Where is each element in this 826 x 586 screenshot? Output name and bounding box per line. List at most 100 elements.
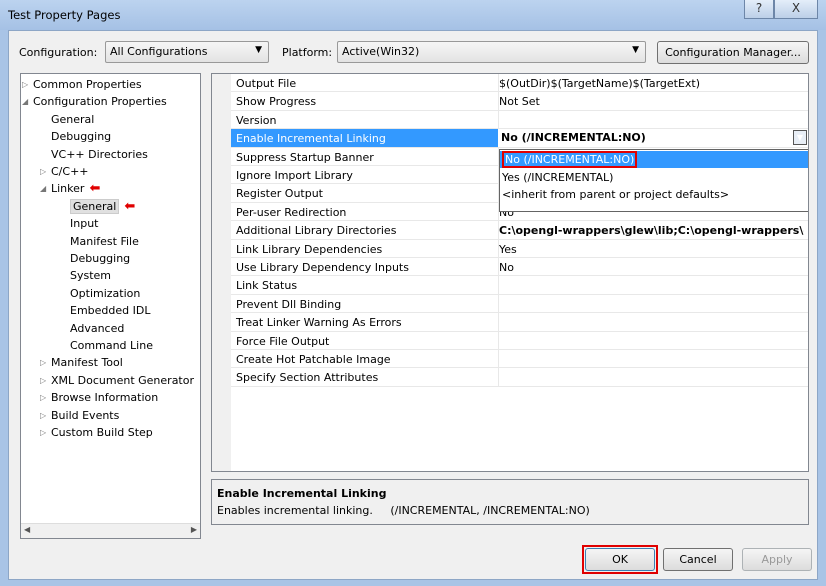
scroll-left-icon[interactable]: ◀ [24, 525, 30, 534]
cancel-button[interactable]: Cancel [663, 548, 733, 571]
property-name: Create Hot Patchable Image [236, 353, 391, 366]
configuration-select[interactable]: All Configurations ▼ [105, 41, 269, 63]
description-panel: Enable Incremental Linking Enables incre… [211, 479, 809, 525]
tree-item[interactable]: ▷ XML Document Generator [40, 372, 194, 389]
property-name: Show Progress [236, 95, 317, 109]
platform-value: Active(Win32) [342, 45, 420, 58]
property-row[interactable]: Link Status [231, 276, 808, 295]
help-button[interactable]: ? [744, 0, 774, 19]
option-label: Yes (/INCREMENTAL) [502, 170, 614, 184]
property-name: Per-user Redirection [236, 205, 347, 219]
tree-item[interactable]: Command Line [70, 337, 153, 354]
property-name: Additional Library Directories [236, 224, 397, 238]
expanded-icon[interactable]: ◢ [40, 180, 50, 197]
tree-item[interactable]: System [70, 267, 111, 284]
property-name: Link Status [236, 279, 298, 293]
scroll-right-icon[interactable]: ▶ [191, 525, 197, 534]
property-row[interactable]: Show Progress Not Set [231, 92, 808, 111]
tree-item[interactable]: General [51, 111, 94, 128]
tree-item-label: Linker [51, 182, 85, 196]
dropdown-list[interactable]: No (/INCREMENTAL:NO) Yes (/INCREMENTAL) <i… [499, 149, 808, 212]
dropdown-option[interactable]: No (/INCREMENTAL:NO) [500, 151, 808, 168]
tree-item-label: Debugging [51, 130, 112, 144]
property-value[interactable]: Yes [499, 243, 804, 256]
collapsed-icon[interactable]: ▷ [40, 163, 50, 180]
property-row[interactable]: Create Hot Patchable Image [231, 350, 808, 369]
property-name: Link Library Dependencies [236, 242, 383, 256]
option-label: <inherit from parent or project defaults… [502, 188, 730, 201]
property-tree[interactable]: ◀ ▶ ▷ Common Properties ◢ Configuration Pro… [20, 73, 201, 539]
property-row[interactable]: Use Library Dependency Inputs No [231, 258, 808, 277]
property-value[interactable]: $(OutDir)$(TargetName)$(TargetExt) [499, 77, 804, 90]
column-divider [498, 350, 499, 368]
apply-button[interactable]: Apply [742, 548, 812, 571]
tree-item[interactable]: Debugging [70, 250, 130, 267]
property-row[interactable]: Output File $(OutDir)$(TargetName)$(Targe… [231, 74, 808, 93]
tree-item[interactable]: Optimization [70, 285, 140, 302]
tree-item[interactable]: ◢ Configuration Properties [22, 93, 167, 110]
tree-item-label: Common Properties [33, 78, 142, 91]
property-name: Output File [236, 77, 297, 90]
tree-item[interactable]: VC++ Directories [51, 146, 148, 163]
tree-horizontal-scrollbar[interactable]: ◀ ▶ [21, 523, 200, 538]
expanded-icon[interactable]: ◢ [22, 93, 32, 110]
ok-button[interactable]: OK [585, 548, 655, 571]
dialog-body: Configuration: All Configurations ▼ Platf… [8, 30, 818, 580]
collapsed-icon[interactable]: ▷ [40, 372, 50, 389]
property-value[interactable]: C:\opengl-wrappers\glew\lib;C:\opengl-wr… [499, 224, 804, 237]
tree-item[interactable]: ▷ Common Properties [22, 76, 142, 93]
tree-item[interactable]: Advanced [70, 320, 124, 337]
collapsed-icon[interactable]: ▷ [40, 424, 50, 441]
property-row[interactable]: Link Library Dependencies Yes [231, 239, 808, 258]
description-title: Enable Incremental Linking [217, 487, 387, 500]
dropdown-option[interactable]: Yes (/INCREMENTAL) [500, 169, 808, 186]
tree-item-label: Debugging [70, 252, 131, 265]
column-divider [498, 313, 499, 331]
property-row[interactable]: Enable Incremental Linking No (/INCREMENT… [231, 129, 808, 148]
tree-item[interactable]: Manifest File [70, 233, 139, 250]
collapsed-icon[interactable]: ▷ [22, 76, 32, 93]
tree-item-label: XML Document Generator [51, 373, 194, 387]
property-name: Register Output [236, 187, 323, 201]
dropdown-option[interactable]: <inherit from parent or project defaults… [500, 186, 808, 203]
property-row[interactable]: Version [231, 110, 808, 130]
property-name: Ignore Import Library [236, 169, 353, 182]
tree-item[interactable]: ▷ Custom Build Step [40, 424, 153, 441]
tree-item-label: General [51, 112, 95, 126]
column-divider [498, 368, 499, 386]
tree-item[interactable]: Embedded IDL [70, 302, 150, 319]
property-name: Suppress Startup Banner [236, 150, 374, 164]
tree-item[interactable]: Debugging [51, 128, 111, 145]
property-value[interactable]: No [499, 261, 804, 274]
tree-item[interactable]: Input [70, 215, 98, 232]
tree-item[interactable]: ▷ Manifest Tool [40, 354, 123, 371]
dropdown-button[interactable]: ▼ [793, 130, 807, 146]
collapsed-icon[interactable]: ▷ [40, 354, 50, 371]
collapsed-icon[interactable]: ▷ [40, 407, 50, 424]
tree-item-label: Advanced [70, 321, 125, 335]
property-row[interactable]: Force File Output [231, 331, 808, 350]
tree-item[interactable]: General ⬅ [70, 198, 135, 215]
tree-item[interactable]: ◢ Linker ⬅ [40, 180, 100, 197]
property-value[interactable]: No (/INCREMENTAL:NO) [498, 129, 808, 148]
tree-item[interactable]: ▷ Browse Information [40, 389, 158, 406]
collapsed-icon[interactable]: ▷ [40, 389, 50, 406]
tree-item-label: Custom Build Step [51, 426, 153, 439]
tree-item-label: Manifest Tool [51, 356, 123, 370]
property-row[interactable]: Treat Linker Warning As Errors [231, 313, 808, 332]
configuration-label: Configuration: [19, 46, 98, 59]
property-row[interactable]: Additional Library Directories C:\opengl-… [231, 221, 808, 240]
property-name: Prevent Dll Binding [236, 297, 342, 311]
close-button[interactable]: X [774, 0, 818, 19]
property-value[interactable]: Not Set [499, 95, 804, 108]
property-grid[interactable]: Output File $(OutDir)$(TargetName)$(Targe… [211, 73, 809, 472]
option-label: No (/INCREMENTAL:NO) [502, 151, 638, 168]
property-row[interactable]: Specify Section Attributes [231, 368, 808, 387]
platform-select[interactable]: Active(Win32) ▼ [337, 41, 646, 63]
tree-item[interactable]: ▷ C/C++ [40, 163, 89, 180]
property-row[interactable]: Prevent Dll Binding [231, 294, 808, 314]
tree-item[interactable]: ▷ Build Events [40, 407, 119, 424]
tree-item-label: Configuration Properties [33, 95, 167, 109]
tree-item-label: Manifest File [70, 234, 139, 248]
configuration-manager-button[interactable]: Configuration Manager... [657, 41, 809, 64]
